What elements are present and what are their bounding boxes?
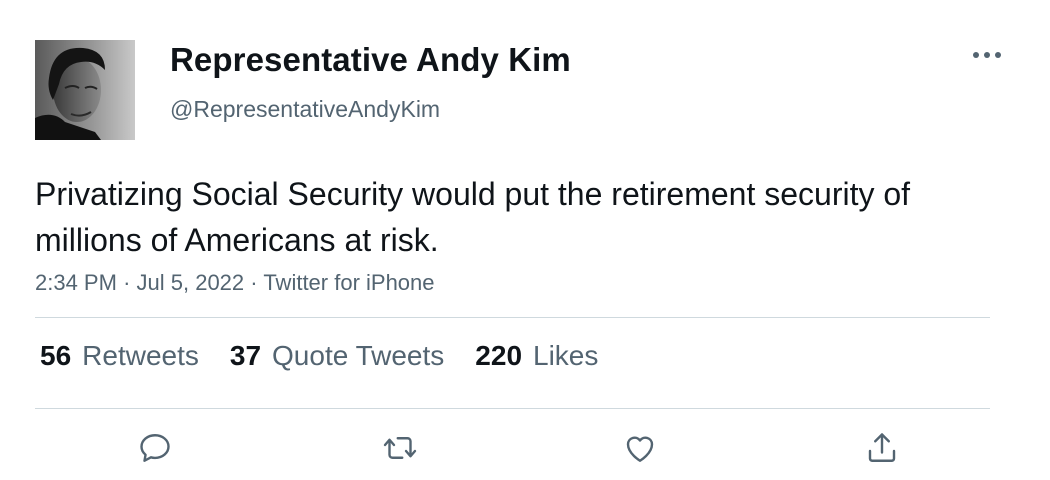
retweets-count: 56 xyxy=(40,340,72,371)
more-options-button[interactable] xyxy=(970,40,1004,70)
share-button[interactable] xyxy=(862,428,902,468)
likes-stat[interactable]: 220 Likes xyxy=(475,340,598,372)
tweet-text: Privatizing Social Security would put th… xyxy=(35,176,911,258)
reply-icon xyxy=(140,434,170,462)
likes-label: Likes xyxy=(533,340,599,371)
likes-count: 220 xyxy=(475,340,523,371)
retweets-label: Retweets xyxy=(82,340,199,371)
divider xyxy=(35,408,990,409)
quote-tweets-count: 37 xyxy=(229,340,262,371)
tweet-source[interactable]: Twitter for iPhone xyxy=(263,270,434,295)
retweet-button[interactable] xyxy=(380,428,420,468)
tweet-date[interactable]: Jul 5, 2022 xyxy=(137,270,245,295)
author-handle[interactable]: @RepresentativeAndyKim xyxy=(170,96,440,123)
tweet-time[interactable]: 2:34 PM xyxy=(35,270,117,295)
tweet-metadata: 2:34 PM · Jul 5, 2022 · Twitter for iPho… xyxy=(35,270,435,296)
quote-tweets-label: Quote Tweets xyxy=(272,340,445,371)
retweet-icon xyxy=(383,437,417,459)
more-icon xyxy=(973,52,1001,58)
avatar-image xyxy=(35,40,135,140)
avatar[interactable] xyxy=(35,40,135,140)
tweet-stats: 56 Retweets 37 Quote Tweets 220 Likes xyxy=(40,340,629,372)
reply-button[interactable] xyxy=(135,428,175,468)
divider xyxy=(35,317,990,318)
like-icon xyxy=(626,436,654,462)
retweets-stat[interactable]: 56 Retweets xyxy=(40,340,199,372)
meta-separator: · xyxy=(123,270,137,295)
share-icon xyxy=(868,433,896,462)
author-name[interactable]: Representative Andy Kim xyxy=(170,41,571,79)
like-button[interactable] xyxy=(620,428,660,468)
quote-tweets-stat[interactable]: 37 Quote Tweets xyxy=(230,340,444,372)
meta-separator: · xyxy=(250,270,264,295)
